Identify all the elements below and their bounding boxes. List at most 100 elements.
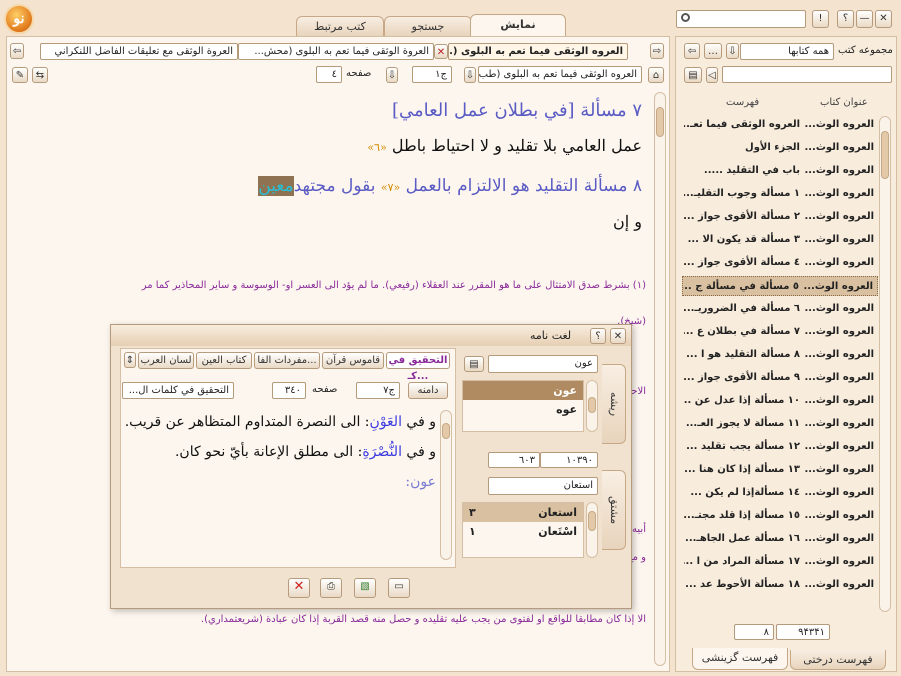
tab-display[interactable]: نمایش	[470, 14, 566, 37]
toc-row[interactable]: العروه الوث... العروه الوثقى فيما تعـ...	[682, 115, 878, 135]
tab-tree-index[interactable]: فهرست درختی	[790, 650, 886, 670]
col-index-header[interactable]: فهرست	[726, 97, 766, 108]
root-item-selected[interactable]: عون	[463, 381, 583, 400]
minimize-button[interactable]: —	[856, 10, 873, 28]
side-tab-derived[interactable]: مشتق	[602, 470, 626, 550]
footnote-1: (١) بشرط صدق الامتثال على ما هو المقرر ع…	[141, 280, 646, 291]
toc-row[interactable]: العروه الوث... ٢ مسألة الأقوى جواز ...	[682, 207, 878, 227]
nav-forward-button[interactable]: ⇦	[10, 43, 24, 59]
dict-scroll-up[interactable]: ⇕	[124, 352, 136, 368]
dict-copy-button[interactable]: ▭	[388, 578, 410, 598]
export-icon[interactable]: ⇆	[32, 67, 48, 83]
dict-text-scroll-thumb[interactable]	[442, 423, 450, 439]
settings-icon[interactable]: ✎	[12, 67, 28, 83]
doc-tab-1[interactable]: العروه الوثقى فيما تعم به البلوى (...	[448, 43, 628, 60]
doc-tab-3[interactable]: العروة الوثقى مع تعليقات الفاضل اللنكران…	[40, 43, 238, 60]
toc-row[interactable]: العروه الوث... ١٤ مسألةإذا لم يكن ...	[682, 483, 878, 503]
highlighted-word[interactable]: معين	[258, 176, 294, 196]
heading-issue-8: ٨ مسألة التقليد هو الالتزام بالعمل «٧» ب…	[258, 176, 642, 196]
toc-row[interactable]: العروه الوث... ٧ مسألة في بطلان ع ...	[682, 322, 878, 342]
dict-page-input[interactable]: ٣٤٠	[272, 382, 306, 399]
derived-item-selected[interactable]: استعان ٣	[463, 503, 583, 522]
dialog-help-button[interactable]: ؟	[590, 328, 606, 344]
toc-row[interactable]: العروه الوث... ٨ مسألة التقليد هو ا ...	[682, 345, 878, 365]
dict-print-button[interactable]: ⎙	[320, 578, 342, 598]
more-button[interactable]: …	[704, 43, 722, 59]
search-input[interactable]	[676, 10, 806, 28]
toc-row[interactable]: العروه الوث... ١٨ مسألة الأحوط عد ...	[682, 575, 878, 595]
main-scrollbar[interactable]	[654, 92, 666, 666]
toc-row[interactable]: العروه الوث... الجزء الأول	[682, 138, 878, 158]
dict-volume-input[interactable]: ج٧	[356, 382, 400, 399]
dict-tab-tahqiq[interactable]: التحقيق في كـ...	[386, 352, 450, 382]
root-item[interactable]: عوه	[463, 400, 583, 419]
derived-scrollbar[interactable]	[586, 502, 598, 558]
dict-word-nusra[interactable]: النُّصْرَةِ	[362, 444, 402, 460]
toc-row-title: العروه الوث...	[804, 142, 874, 153]
doc-tab-2[interactable]: العروة الوثقى فيما تعم به البلوى (محش...	[238, 43, 434, 60]
prev-icon[interactable]: ◁	[706, 67, 718, 83]
dict-source-select[interactable]: التحقيق في كلمات ال...	[122, 382, 234, 399]
info-button[interactable]: !	[812, 10, 829, 28]
dict-keyboard-icon[interactable]: ▤	[464, 356, 484, 372]
toc-row[interactable]: العروه الوث... ١٣ مسألة إذا كان هنا ...	[682, 460, 878, 480]
tab-related-books[interactable]: کتب مرتبط	[296, 16, 384, 36]
tag-icon[interactable]: ⌂	[648, 67, 664, 83]
toc-row[interactable]: العروه الوث... ١٥ مسألة إذا قلد مجتـ...	[682, 506, 878, 526]
nav-back-button[interactable]: ⇨	[650, 43, 664, 59]
toc-row[interactable]: العروه الوث... ١٧ مسألة المراد من ا ...	[682, 552, 878, 572]
toc-row[interactable]: العروه الوث... ١ مسألة وجوب التقليـ...	[682, 184, 878, 204]
toc-row[interactable]: العروه الوث... ١١ مسألة لا يجوز العـ...	[682, 414, 878, 434]
root-search-input[interactable]: عون	[488, 355, 598, 373]
toc-row[interactable]: العروه الوث... ٤ مسألة الأقوى جواز ...	[682, 253, 878, 273]
book-select[interactable]: العروه الوثقى فيما تعم به البلوى (طب...	[478, 66, 642, 83]
toc-row[interactable]: العروه الوث... ٥ مسألة في مسألة ج ...	[682, 276, 878, 296]
toc-row[interactable]: العروه الوث... ١٢ مسألة يجب تقليد ...	[682, 437, 878, 457]
dict-tab-ain[interactable]: كتاب العين	[196, 352, 252, 369]
toc-row[interactable]: العروه الوث... ١٠ مسألة إذا عدل عن ...	[682, 391, 878, 411]
note-ref-6[interactable]: «٦»	[367, 141, 386, 154]
close-tab-icon[interactable]: ✕	[434, 44, 448, 59]
page-label: صفحه	[346, 68, 372, 79]
toc-row[interactable]: العروه الوث... باب في التقليد .....	[682, 161, 878, 181]
toc-row[interactable]: العروه الوث... ٦ مسألة في الضروريـ...	[682, 299, 878, 319]
derived-scroll-thumb[interactable]	[588, 511, 596, 531]
dict-domain-button[interactable]: دامنه	[408, 382, 448, 399]
group-select[interactable]: همه کتابها	[740, 43, 834, 60]
toc-scroll-thumb[interactable]	[881, 131, 889, 179]
derived-item[interactable]: اسْتَعان ١	[463, 522, 583, 541]
toc-row[interactable]: العروه الوث... ٣ مسألة قد يكون الا ...	[682, 230, 878, 250]
dict-tab-mufradat[interactable]: مفردات الفا...	[254, 352, 320, 369]
page-input[interactable]: ٤	[316, 66, 342, 83]
dict-delete-button[interactable]: ✕	[288, 578, 310, 598]
group-dropdown-icon[interactable]: ⇩	[726, 43, 739, 59]
dict-word-aun[interactable]: العَوْنِ	[370, 414, 402, 430]
root-scroll-thumb[interactable]	[588, 397, 596, 413]
col-title-header[interactable]: عنوان كتاب	[820, 97, 880, 108]
volume-input[interactable]: ج١	[412, 66, 452, 83]
toc-row[interactable]: العروه الوث... ١٦ مسألة عمل الجاهـ...	[682, 529, 878, 549]
close-button[interactable]: ✕	[875, 10, 892, 28]
main-scroll-thumb[interactable]	[656, 107, 664, 137]
dict-save-button[interactable]: ▧	[354, 578, 376, 598]
note-ref-7[interactable]: «٧»	[381, 181, 400, 194]
derived-search-input[interactable]: استعان	[488, 477, 598, 495]
heading-issue-8-end: بقول مجتهد	[293, 176, 376, 196]
toc-scrollbar[interactable]	[879, 116, 891, 612]
root-scrollbar[interactable]	[586, 380, 598, 432]
dict-tab-quran[interactable]: قاموس قرآن	[322, 352, 384, 369]
tab-selective-index[interactable]: فهرست گزینشی	[692, 648, 788, 670]
dialog-close-button[interactable]: ✕	[610, 328, 626, 344]
toc-row-index: ١٧ مسألة المراد من ا ...	[684, 556, 800, 567]
toc-row[interactable]: العروه الوث... ٩ مسألة الأقوى جواز ...	[682, 368, 878, 388]
tab-search[interactable]: جستجو	[384, 16, 472, 36]
help-button[interactable]: ؟	[837, 10, 854, 28]
volume-dropdown-icon[interactable]: ⇩	[386, 67, 398, 83]
dict-text-scrollbar[interactable]	[440, 410, 452, 560]
filter-input[interactable]	[722, 66, 892, 83]
keyboard-icon[interactable]: ▤	[684, 67, 702, 83]
dict-tab-lisan[interactable]: لسان العرب	[138, 352, 194, 369]
book-dropdown-icon[interactable]: ⇩	[464, 67, 476, 83]
panel-back-button[interactable]: ⇦	[684, 43, 700, 59]
side-tab-root[interactable]: ریشه	[602, 364, 626, 444]
